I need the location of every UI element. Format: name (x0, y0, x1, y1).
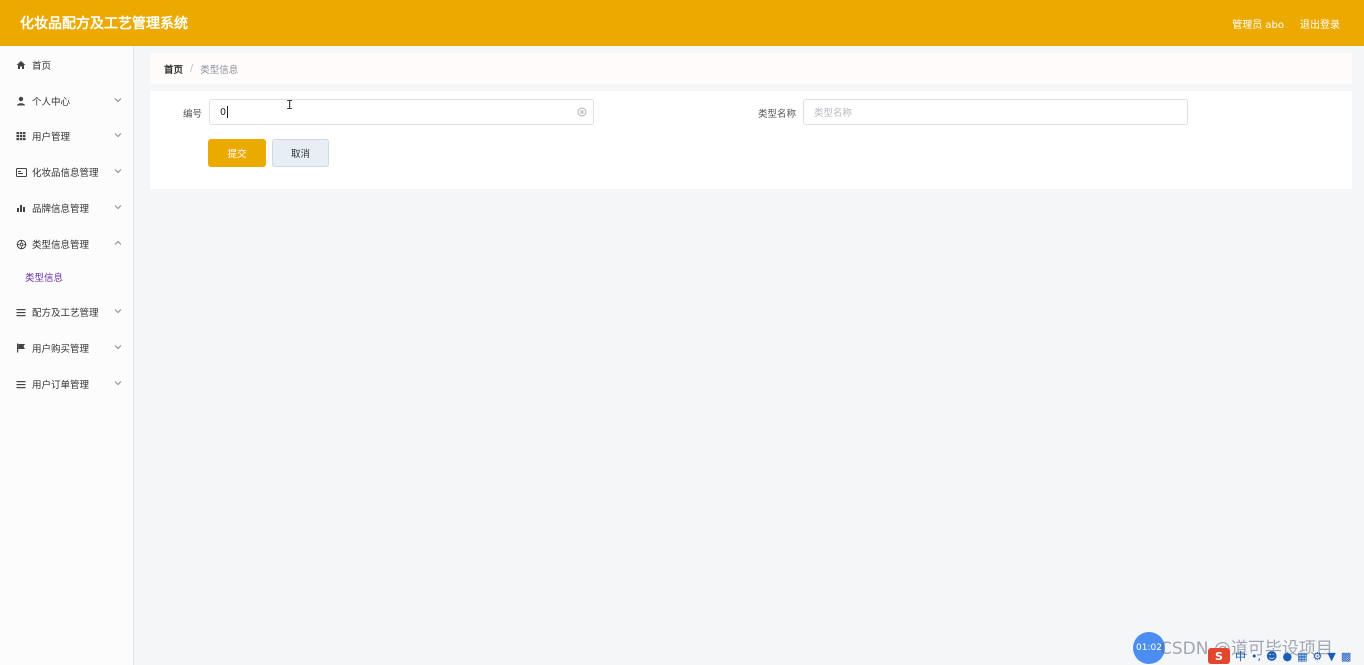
user-icon (15, 96, 27, 106)
type-name-field[interactable]: 类型名称 (803, 99, 1188, 125)
chevron-down-icon (114, 306, 122, 317)
punctuation-icon[interactable]: •, (1251, 651, 1261, 662)
sidebar-item-user-management[interactable]: 用户管理 (0, 121, 134, 151)
sidebar-item-label: 配方及工艺管理 (32, 308, 99, 319)
type-name-placeholder: 类型名称 (814, 108, 853, 119)
flag-icon (15, 343, 27, 353)
list-icon (15, 380, 27, 389)
card-icon (15, 167, 27, 177)
settings-icon (15, 239, 27, 250)
breadcrumb-home[interactable]: 首页 (164, 62, 183, 76)
sidebar-item-label: 品牌信息管理 (32, 204, 90, 215)
bar-chart-icon (15, 203, 27, 213)
cancel-button[interactable]: 取消 (272, 139, 329, 167)
chevron-down-icon (114, 342, 122, 353)
sidebar-item-label: 化妆品信息管理 (32, 168, 99, 179)
sidebar-item-label: 个人中心 (32, 97, 71, 108)
sidebar-item-label: 类型信息管理 (32, 240, 90, 251)
sidebar-item-personal-center[interactable]: 个人中心 (0, 86, 134, 116)
clear-icon[interactable] (577, 107, 587, 120)
home-icon (15, 60, 27, 70)
breadcrumb-current: 类型信息 (200, 64, 239, 76)
sidebar-subitem-label: 类型信息 (25, 273, 64, 284)
submit-button[interactable]: 提交 (208, 139, 266, 167)
type-info-form: 编号 0 类型名称 类型名称 提交 取消 (150, 91, 1352, 189)
type-name-label: 类型名称 (758, 109, 797, 120)
tools-icon[interactable]: ⚙ (1312, 651, 1322, 662)
breadcrumb: 首页 / 类型信息 (150, 53, 1352, 84)
sidebar-item-label: 用户管理 (32, 132, 71, 143)
sidebar-item-label: 首页 (32, 61, 52, 72)
chevron-down-icon (114, 378, 122, 389)
id-field-value: 0 (220, 106, 227, 118)
sidebar-item-label: 用户订单管理 (32, 380, 90, 391)
text-cursor-icon: I (286, 98, 294, 112)
app-title: 化妆品配方及工艺管理系统 (20, 16, 188, 32)
chevron-down-icon (114, 166, 122, 177)
ime-logo-icon[interactable]: S (1208, 648, 1230, 664)
emoji-icon[interactable]: ☻ (1266, 651, 1277, 662)
microphone-icon[interactable]: ● (1282, 651, 1292, 662)
sidebar-item-order-management[interactable]: 用户订单管理 (0, 369, 134, 399)
skin-icon[interactable]: ▼ (1327, 651, 1335, 662)
grid-icon (15, 131, 27, 141)
apps-grid-icon[interactable]: ▩ (1341, 651, 1351, 662)
list-icon (15, 308, 27, 317)
top-header: 化妆品配方及工艺管理系统 管理员 abo 退出登录 (0, 0, 1364, 46)
chevron-up-icon (114, 238, 122, 249)
sidebar-item-label: 用户购买管理 (32, 344, 90, 355)
chevron-down-icon (114, 202, 122, 213)
chevron-down-icon (114, 95, 122, 106)
chevron-down-icon (114, 130, 122, 141)
current-user: 管理员 abo (1232, 19, 1284, 31)
sidebar-item-type-management[interactable]: 类型信息管理 (0, 229, 134, 259)
sidebar-item-purchase-management[interactable]: 用户购买管理 (0, 333, 134, 363)
id-label: 编号 (183, 109, 203, 120)
keyboard-icon[interactable]: ▦ (1297, 651, 1307, 662)
logout-link[interactable]: 退出登录 (1300, 16, 1340, 31)
id-field[interactable]: 0 (209, 99, 594, 125)
text-caret (227, 106, 229, 118)
header-actions: 管理员 abo 退出登录 (1232, 16, 1340, 31)
breadcrumb-separator: / (190, 63, 194, 74)
sidebar-item-cosmetics-management[interactable]: 化妆品信息管理 (0, 157, 134, 187)
sidebar-item-brand-management[interactable]: 品牌信息管理 (0, 193, 134, 223)
sidebar-subitem-type-info[interactable]: 类型信息 (0, 265, 134, 289)
ime-toolbar: S 中 •, ☻ ● ▦ ⚙ ▼ ▩ (1208, 647, 1351, 665)
sidebar-item-formula-management[interactable]: 配方及工艺管理 (0, 297, 134, 327)
sidebar: 首页 个人中心 用户管理 化妆品信息管理 品牌信息管理 类型信息管理 类型信息 … (0, 46, 134, 665)
ime-language-toggle[interactable]: 中 (1235, 651, 1246, 662)
sidebar-item-home[interactable]: 首页 (0, 50, 134, 80)
